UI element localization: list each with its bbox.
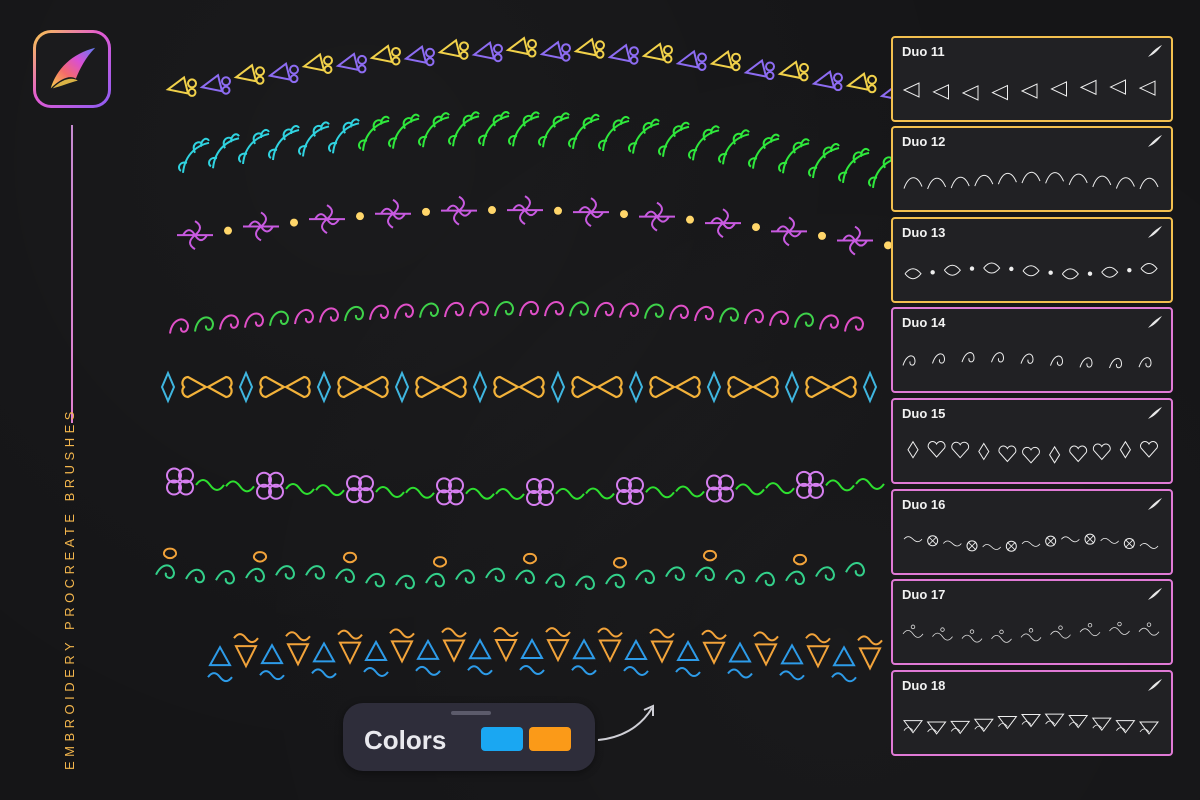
brush-stroke-preview (907, 440, 1158, 464)
feather-icon (1148, 226, 1162, 238)
stroke-mark (505, 36, 537, 58)
stroke-mark (199, 73, 231, 95)
stroke-mark (335, 52, 367, 74)
feather-icon (1148, 135, 1162, 147)
brush-name: Duo 14 (902, 315, 946, 330)
side-title: EMBROIDERY PROCREATE BRUSHES (62, 407, 77, 770)
stroke-mark (471, 41, 503, 63)
brush-name: Duo 18 (902, 678, 946, 693)
brush-stroke-preview (902, 352, 1152, 369)
procreate-app-icon[interactable] (33, 30, 111, 108)
brush-item-duo-11[interactable]: Duo 11 (891, 36, 1173, 122)
brush-stroke-preview (903, 171, 1159, 190)
brush-item-duo-13[interactable]: Duo 13 (891, 217, 1173, 303)
stroke-mark (811, 69, 843, 92)
brush-name: Duo 13 (902, 225, 946, 240)
stroke-mark (777, 60, 809, 82)
stroke-mark (369, 44, 401, 66)
brush-item-duo-12[interactable]: Duo 12 (891, 126, 1173, 212)
stroke-mark (709, 50, 741, 72)
brush-name: Duo 16 (902, 497, 946, 512)
brush-item-duo-16[interactable]: Duo 16 (891, 489, 1173, 575)
brush-item-duo-15[interactable]: Duo 15 (891, 398, 1173, 484)
stroke-mark (233, 63, 265, 85)
secondary-color-swatch[interactable] (529, 727, 571, 751)
stroke-mark (539, 40, 571, 62)
arrow-icon (597, 704, 654, 741)
stroke-mark (743, 58, 775, 81)
stroke-mark (607, 43, 639, 65)
brush-item-duo-17[interactable]: Duo 17 (891, 579, 1173, 665)
stroke-mark (301, 52, 333, 74)
feather-icon (1148, 45, 1162, 57)
brush-name: Duo 11 (902, 44, 945, 59)
brush-name: Duo 17 (902, 587, 946, 602)
brush-item-duo-14[interactable]: Duo 14 (891, 307, 1173, 393)
feather-icon (1148, 407, 1162, 419)
brush-name: Duo 15 (902, 406, 946, 421)
decorative-divider (71, 125, 73, 423)
stroke-mark (403, 45, 435, 67)
procreate-brush-icon (50, 47, 96, 89)
stroke-mark (573, 37, 605, 59)
feather-icon (1148, 498, 1162, 510)
stroke-mark (267, 61, 299, 84)
brush-stroke-preview (903, 533, 1159, 552)
feather-icon (1148, 588, 1162, 600)
brush-stroke-canvas (155, 36, 910, 683)
color-picker[interactable]: Colors (343, 703, 595, 771)
stroke-mark (165, 75, 197, 97)
brush-stroke-preview (902, 621, 1160, 643)
stroke-mark (845, 72, 877, 94)
primary-color-swatch[interactable] (481, 727, 523, 751)
stroke-mark (675, 49, 707, 71)
drag-handle[interactable] (451, 711, 491, 715)
feather-icon (1148, 679, 1162, 691)
stroke-mark (641, 42, 673, 64)
brush-stroke-preview (904, 262, 1158, 280)
brush-name: Duo 12 (902, 134, 946, 149)
brush-item-duo-18[interactable]: Duo 18 (891, 670, 1173, 756)
colors-label: Colors (364, 725, 447, 755)
feather-icon (1148, 316, 1162, 328)
brush-stroke-preview (902, 79, 1156, 101)
stroke-mark (437, 38, 469, 60)
brush-stroke-preview (903, 713, 1159, 735)
